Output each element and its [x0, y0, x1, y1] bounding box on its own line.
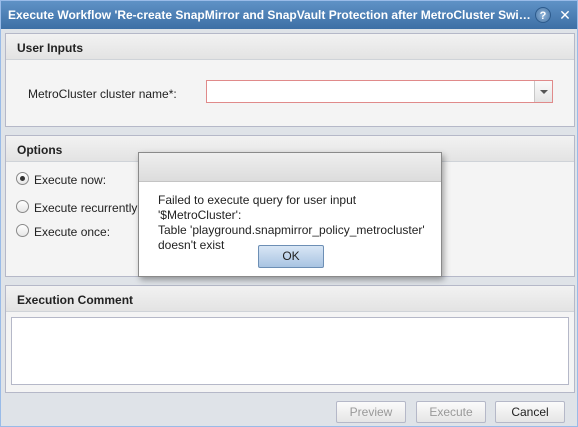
- execute-now-radio[interactable]: [16, 172, 29, 185]
- cancel-button[interactable]: Cancel: [495, 401, 565, 423]
- execution-comment-header: Execution Comment: [6, 286, 574, 312]
- execute-workflow-window: Execute Workflow 'Re-create SnapMirror a…: [0, 0, 578, 427]
- execute-once-label: Execute once:: [34, 225, 111, 239]
- metrocluster-name-label: MetroCluster cluster name*:: [28, 87, 177, 101]
- preview-button[interactable]: Preview: [336, 401, 406, 423]
- error-message: Failed to execute query for user input '…: [158, 193, 433, 253]
- window-titlebar[interactable]: Execute Workflow 'Re-create SnapMirror a…: [1, 1, 577, 29]
- close-icon[interactable]: ✕: [557, 7, 573, 23]
- user-inputs-panel: User Inputs MetroCluster cluster name*:: [5, 33, 575, 127]
- execution-comment-textarea[interactable]: [11, 317, 569, 385]
- help-icon[interactable]: ?: [535, 7, 551, 23]
- execute-once-radio[interactable]: [16, 224, 29, 237]
- error-message-line: Failed to execute query for user input '…: [158, 193, 357, 222]
- error-dialog-header[interactable]: [139, 153, 441, 182]
- error-message-line: Table 'playground.snapmirror_policy_metr…: [158, 223, 425, 237]
- execute-button[interactable]: Execute: [416, 401, 486, 423]
- execution-comment-panel: Execution Comment: [5, 285, 575, 393]
- ok-button[interactable]: OK: [258, 245, 324, 268]
- user-inputs-header: User Inputs: [6, 34, 574, 60]
- window-title: Execute Workflow 'Re-create SnapMirror a…: [8, 8, 533, 22]
- execute-recurrently-label: Execute recurrently:: [34, 201, 141, 215]
- error-dialog: Failed to execute query for user input '…: [138, 152, 442, 277]
- chevron-down-icon[interactable]: [534, 81, 552, 102]
- metrocluster-name-combobox[interactable]: [206, 80, 553, 103]
- execute-recurrently-radio[interactable]: [16, 200, 29, 213]
- execute-now-label: Execute now:: [34, 173, 107, 187]
